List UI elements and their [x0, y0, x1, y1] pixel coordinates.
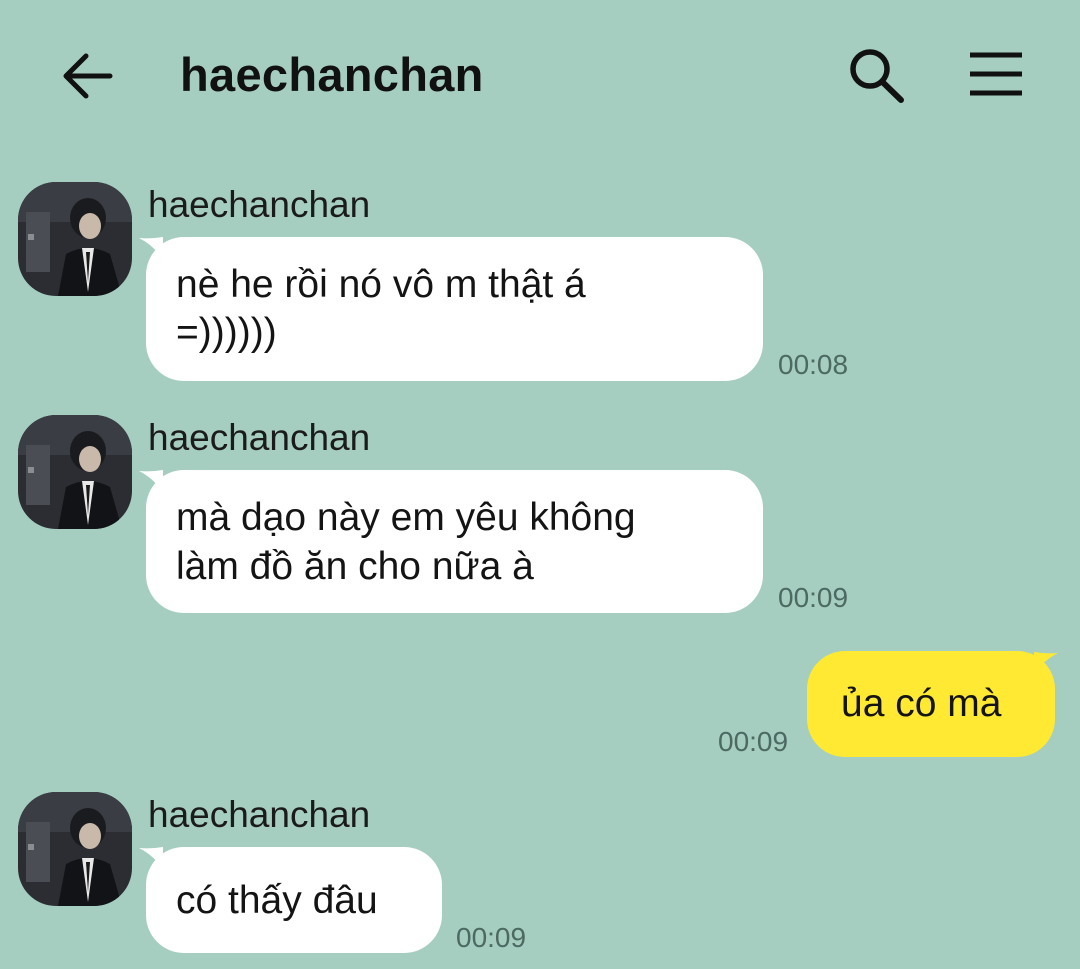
message-text-line: có thấy đâu [176, 879, 378, 922]
profile-photo [18, 792, 132, 906]
sender-avatar[interactable] [18, 792, 132, 906]
sender-avatar[interactable] [18, 415, 132, 529]
search-button[interactable] [846, 47, 906, 105]
message-text-line: mà dạo này em yêu không [176, 496, 636, 539]
message-text-line: =)))))) [176, 311, 277, 354]
sender-name: haechanchan [148, 794, 371, 835]
message-text-line: ủa có mà [841, 682, 1002, 725]
message-time: 00:09 [718, 726, 789, 757]
bubble-tail [1034, 652, 1058, 674]
profile-photo [18, 415, 132, 529]
message-text-line: làm đồ ăn cho nữa à [176, 545, 534, 588]
back-button[interactable] [58, 50, 116, 102]
message-time: 00:09 [778, 582, 849, 613]
arrow-left-icon [63, 53, 113, 99]
sender-name: haechanchan [148, 184, 371, 225]
menu-button[interactable] [966, 50, 1026, 100]
search-icon [850, 49, 904, 103]
chat-title: haechanchan [180, 48, 484, 101]
sender-name: haechanchan [148, 417, 371, 458]
hamburger-menu-icon [970, 52, 1022, 96]
profile-photo [18, 182, 132, 296]
sender-avatar[interactable] [18, 182, 132, 296]
message-bubble[interactable]: có thấy đâu [146, 847, 442, 953]
message-bubble-outgoing[interactable]: ủa có mà [807, 651, 1055, 757]
message-time: 00:09 [456, 922, 527, 953]
message-bubble[interactable]: mà dạo này em yêu không làm đồ ăn cho nữ… [146, 470, 763, 613]
message-bubble[interactable]: nè he rồi nó vô m thật á =)))))) [146, 237, 763, 381]
chat-header: haechanchan [0, 0, 1080, 150]
message-time: 00:08 [778, 349, 849, 380]
message-text-line: nè he rồi nó vô m thật á [176, 263, 586, 306]
